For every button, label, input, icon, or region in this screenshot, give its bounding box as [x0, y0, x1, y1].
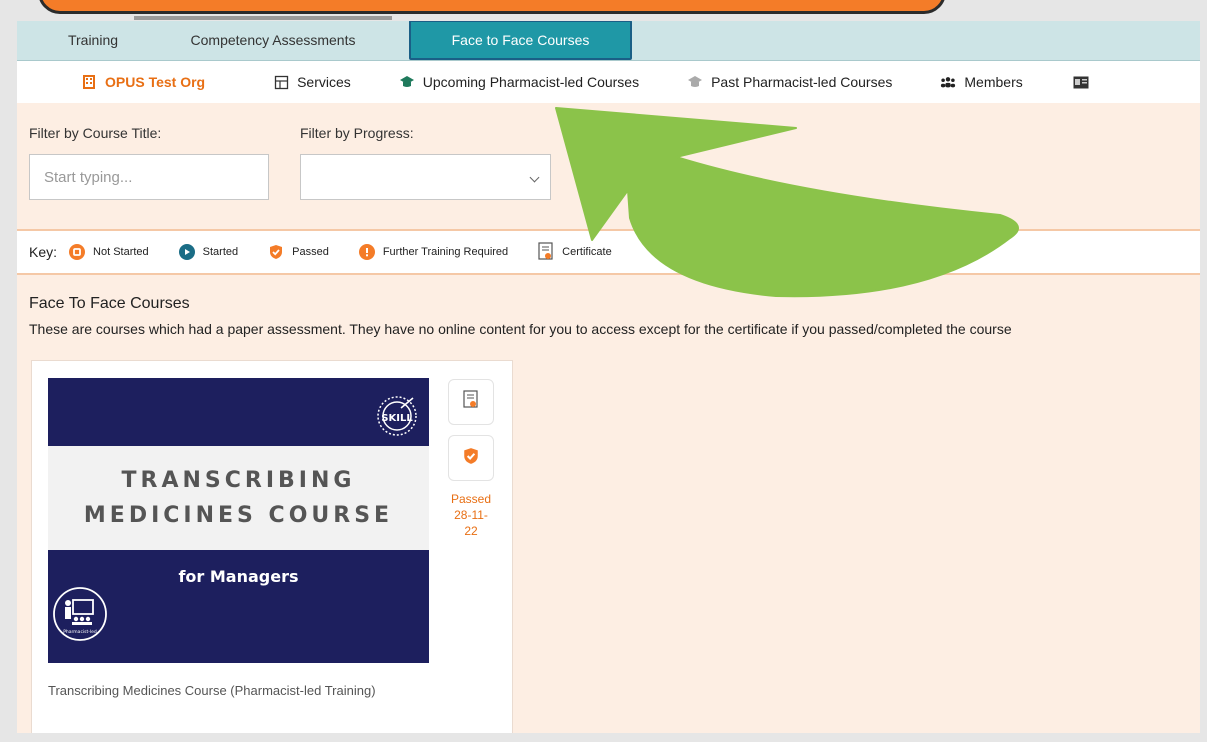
tab-training[interactable]: Training	[37, 22, 149, 58]
section-description: These are courses which had a paper asse…	[29, 321, 1012, 337]
started-icon	[178, 244, 195, 260]
filter-progress-label: Filter by Progress:	[300, 125, 414, 141]
app-window: Training Competency Assessments Face to …	[17, 21, 1200, 733]
passed-date-line1: Passed	[450, 492, 492, 506]
passed-status-button[interactable]	[448, 435, 494, 481]
pharmacist-led-icon: Pharmacist-led	[51, 585, 109, 648]
key-not-started: Not Started	[69, 244, 149, 260]
warning-icon	[358, 244, 375, 260]
nav-upcoming-courses[interactable]: Upcoming Pharmacist-led Courses	[399, 74, 639, 90]
skill-badge-text: SKILL	[381, 413, 413, 424]
graduation-cap-icon	[399, 74, 415, 90]
nav-org-label: OPUS Test Org	[105, 74, 206, 90]
course-title-caption[interactable]: Transcribing Medicines Course (Pharmacis…	[48, 683, 376, 698]
nav-past-courses[interactable]: Past Pharmacist-led Courses	[687, 74, 892, 90]
key-started-label: Started	[202, 246, 239, 258]
building-icon	[81, 74, 97, 90]
key-certificate: Certificate	[538, 242, 612, 260]
certificate-icon	[538, 242, 554, 260]
tab-indicator-strip	[134, 16, 392, 20]
key-label: Key:	[29, 244, 58, 260]
cover-top-band: SKILL	[48, 378, 429, 446]
key-certificate-label: Certificate	[562, 246, 612, 258]
tab-face-to-face-courses[interactable]: Face to Face Courses	[409, 21, 632, 60]
nav-id-card[interactable]	[1073, 74, 1089, 90]
passed-date: Passed 28-11- 22	[448, 491, 494, 539]
cover-title-band: TRANSCRIBING MEDICINES COURSE	[48, 446, 429, 550]
not-started-icon	[69, 244, 86, 260]
nav-services-label: Services	[297, 74, 351, 90]
nav-org[interactable]: OPUS Test Org	[81, 74, 205, 90]
services-icon	[273, 74, 289, 90]
id-card-icon	[1073, 74, 1089, 90]
key-passed-label: Passed	[292, 246, 329, 258]
cover-title-line1: TRANSCRIBING	[121, 468, 356, 493]
nav-services[interactable]: Services	[273, 74, 351, 90]
skill-badge-icon: SKILL	[375, 394, 419, 443]
key-not-started-label: Not Started	[93, 246, 149, 258]
graduation-cap-icon	[687, 74, 703, 90]
nav-past-label: Past Pharmacist-led Courses	[711, 74, 893, 90]
chevron-down-icon	[529, 172, 540, 183]
certificate-button[interactable]	[448, 379, 494, 425]
course-card[interactable]: SKILL TRANSCRIBING MEDICINES COURSE for …	[31, 360, 513, 733]
filter-panel: Filter by Course Title: Filter by Progre…	[17, 103, 1200, 231]
certificate-icon	[463, 389, 479, 415]
passed-date-line3: 22	[464, 524, 478, 538]
sub-navigation: OPUS Test Org Services Upcoming Pharmaci…	[17, 61, 1200, 103]
passed-date-line2: 28-11-	[454, 508, 488, 522]
cover-bottom-band: for Managers Pharmacist-led	[48, 550, 429, 663]
key-further-training-label: Further Training Required	[382, 246, 509, 258]
main-tabs: Training Competency Assessments Face to …	[17, 21, 1200, 61]
nav-members-label: Members	[964, 74, 1023, 90]
key-further-training: Further Training Required	[358, 244, 509, 260]
members-icon	[940, 74, 956, 90]
key-passed: Passed	[268, 244, 329, 260]
pharmacist-led-text: Pharmacist-led	[63, 629, 97, 635]
section-title: Face To Face Courses	[29, 295, 190, 312]
passed-shield-icon	[462, 447, 480, 470]
course-title-input[interactable]: Start typing...	[29, 154, 269, 200]
nav-upcoming-label: Upcoming Pharmacist-led Courses	[422, 74, 640, 90]
filter-title-label: Filter by Course Title:	[29, 125, 162, 141]
progress-select[interactable]	[300, 154, 551, 200]
nav-members[interactable]: Members	[940, 74, 1023, 90]
passed-shield-icon	[268, 244, 284, 260]
courses-section: Face To Face Courses These are courses w…	[17, 275, 1200, 337]
status-key: Key: Not Started Started Passed Further …	[17, 231, 1200, 275]
cover-subtitle: for Managers	[178, 567, 299, 586]
top-banner	[38, 0, 946, 14]
key-started: Started	[178, 244, 239, 260]
tab-competency-assessments[interactable]: Competency Assessments	[149, 22, 397, 58]
course-cover-image[interactable]: SKILL TRANSCRIBING MEDICINES COURSE for …	[48, 378, 429, 663]
cover-title-line2: MEDICINES COURSE	[83, 503, 394, 528]
